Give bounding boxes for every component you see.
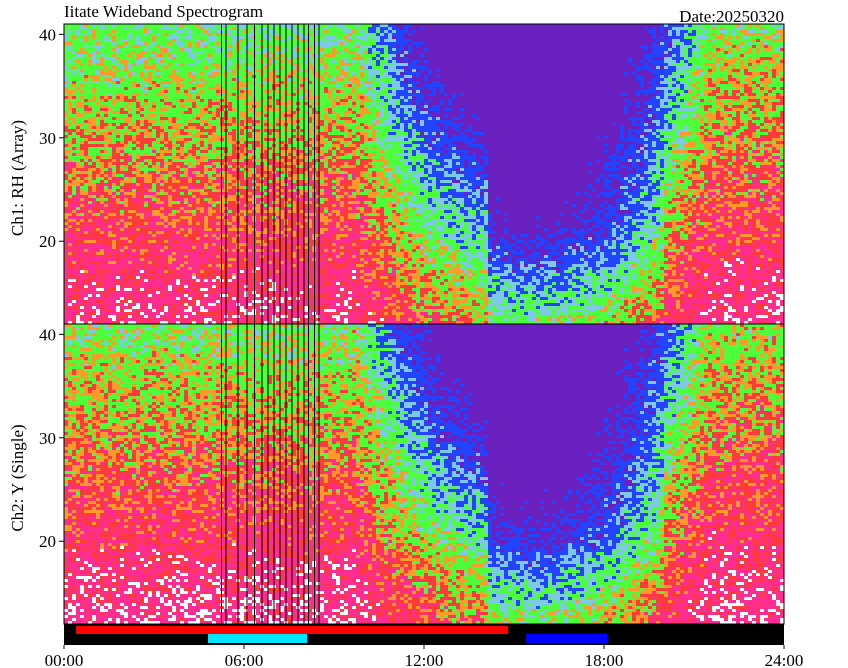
daylight-bar — [64, 624, 784, 645]
x-tick-label: 06:00 — [225, 651, 264, 668]
y-tick-label: 20 — [39, 532, 56, 551]
spectrogram-panel-1: 20 30 40 — [39, 24, 784, 324]
spectrogram-panel-2: 20 30 40 — [39, 324, 784, 624]
daylight-bar-segment — [526, 634, 607, 643]
x-tick-label: 18:00 — [585, 651, 624, 668]
y-tick-label: 30 — [39, 429, 56, 448]
spectrogram-chart: 20 30 40 20 30 40 00:00 06:00 12:00 18:00 24:00 — [0, 0, 848, 668]
y-tick-label: 40 — [39, 325, 56, 344]
y-tick-label: 30 — [39, 129, 56, 148]
x-tick-label: 24:00 — [765, 651, 804, 668]
daylight-bar-segment — [76, 626, 508, 634]
y-tick-label: 40 — [39, 25, 56, 44]
x-tick-label: 00:00 — [45, 651, 84, 668]
x-tick-label: 12:00 — [405, 651, 444, 668]
daylight-bar-segment — [208, 634, 307, 643]
y-tick-label: 20 — [39, 232, 56, 251]
